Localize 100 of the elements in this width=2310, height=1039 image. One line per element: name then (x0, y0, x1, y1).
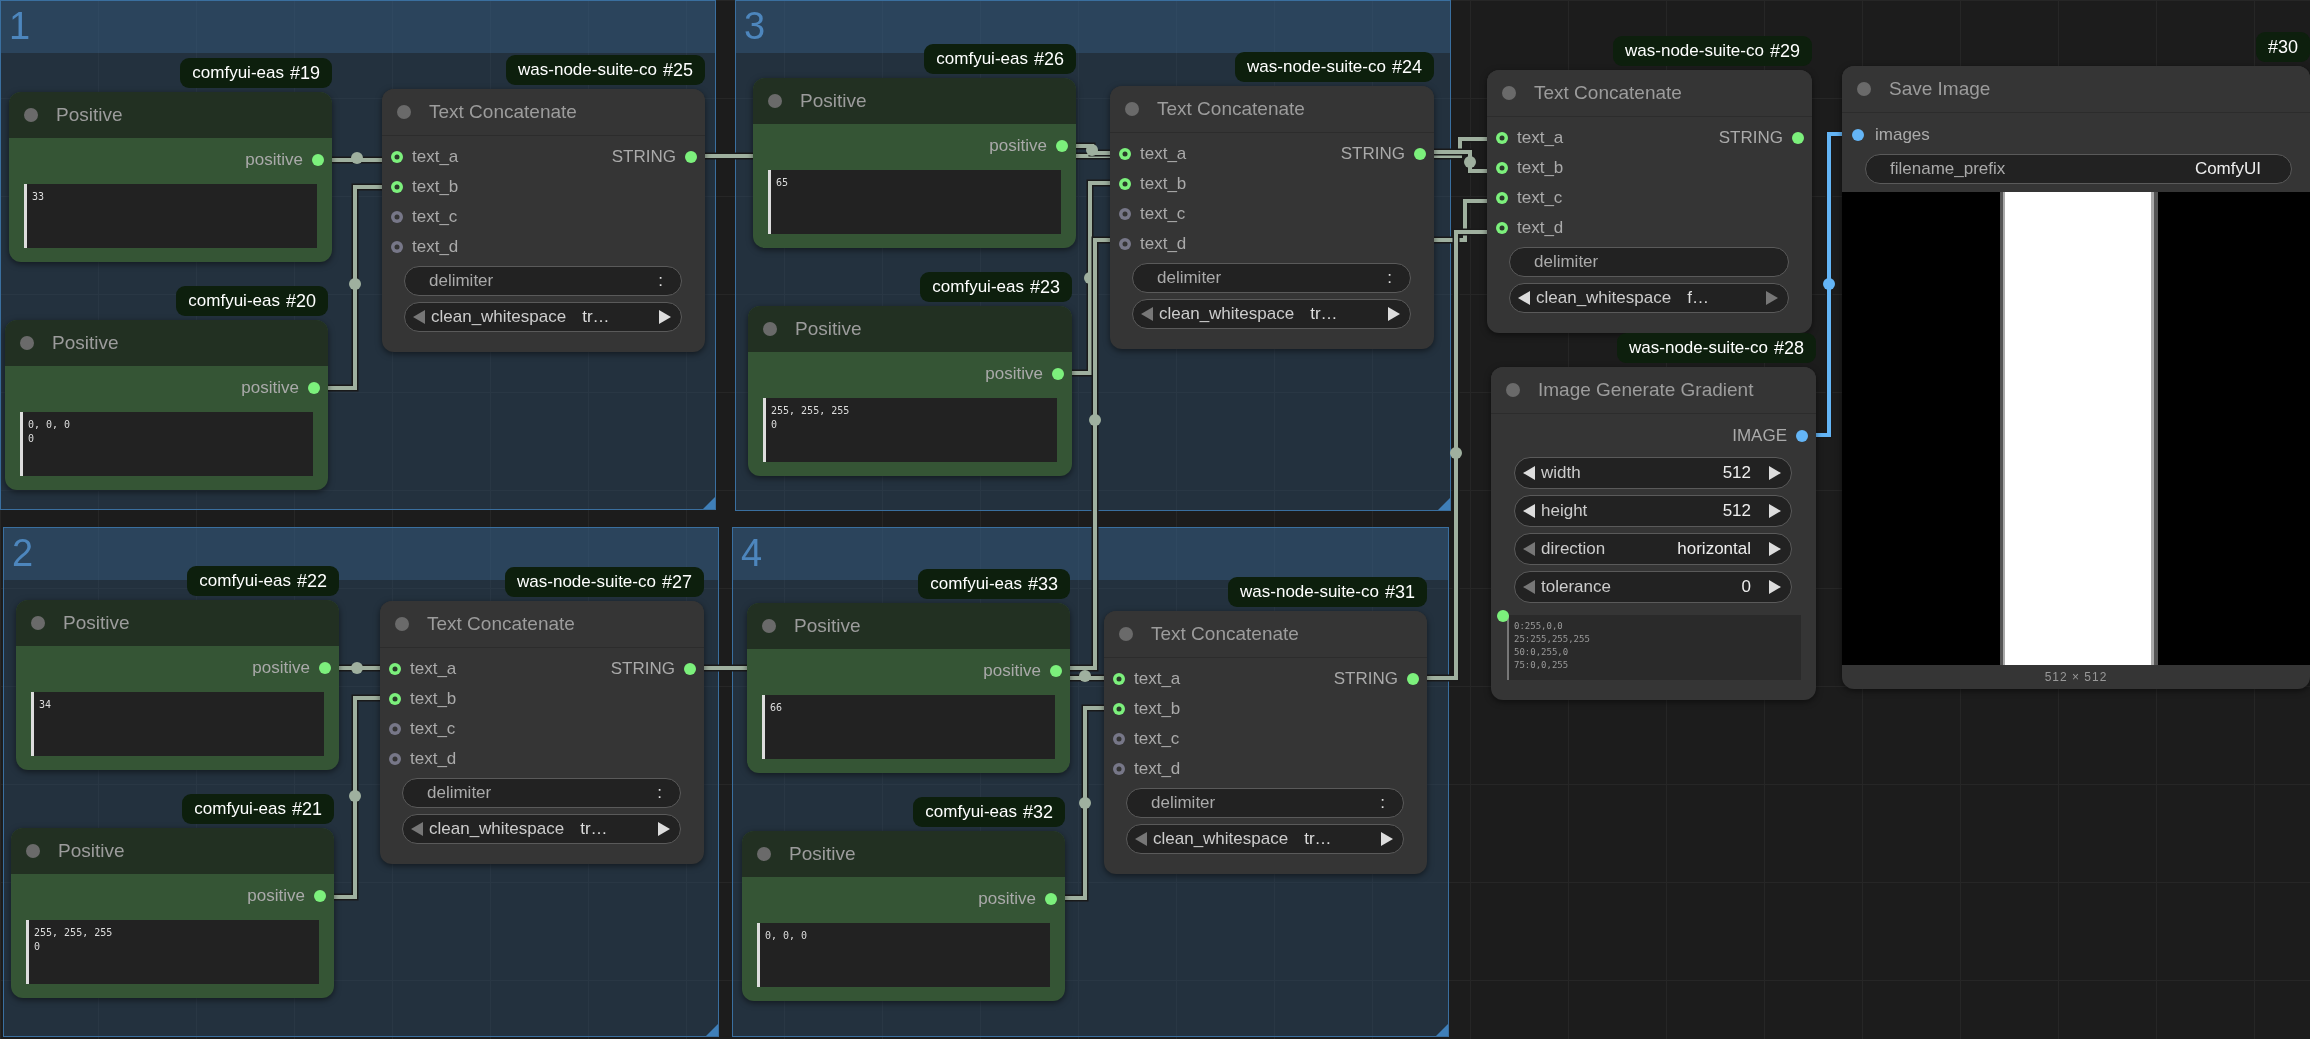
input-slot-icon[interactable] (390, 210, 404, 224)
collapse-dot-icon[interactable] (1501, 85, 1517, 101)
input-slot-icon[interactable] (1496, 609, 1510, 623)
resize-grip-icon[interactable] (1436, 1024, 1448, 1036)
input-slot-icon[interactable] (1495, 221, 1509, 235)
input-slot-icon[interactable] (390, 240, 404, 254)
collapse-dot-icon[interactable] (1505, 382, 1521, 398)
input-slot-icon[interactable] (390, 150, 404, 164)
resize-grip-icon[interactable] (703, 497, 715, 509)
input-slot-icon[interactable] (1851, 128, 1865, 142)
output-slot-icon[interactable] (1051, 367, 1065, 381)
delimiter-field[interactable]: delimiter : (402, 778, 681, 808)
input-slot-icon[interactable] (1118, 147, 1132, 161)
collapse-dot-icon[interactable] (394, 616, 410, 632)
number-widget[interactable]: height 512 (1514, 495, 1792, 527)
left-arrow-icon[interactable] (1523, 504, 1535, 518)
input-slot-icon[interactable] (1112, 732, 1126, 746)
input-slot-icon[interactable] (388, 752, 402, 766)
input-slot-icon[interactable] (1118, 237, 1132, 251)
right-arrow-icon[interactable] (1388, 307, 1400, 321)
toggle-widget[interactable]: clean_whitespace f… (1509, 283, 1789, 313)
output-slot-icon[interactable] (1044, 892, 1058, 906)
toggle-widget[interactable]: clean_whitespace tr… (1132, 299, 1411, 329)
output-slot-icon[interactable] (313, 889, 327, 903)
input-slot-icon[interactable] (1118, 207, 1132, 221)
prompt-field[interactable]: 0, 0, 0 (757, 923, 1050, 987)
input-label: text_b (412, 177, 459, 197)
output-slot-icon[interactable] (683, 662, 697, 676)
toggle-widget[interactable]: clean_whitespace tr… (404, 302, 682, 332)
output-slot-icon[interactable] (1049, 664, 1063, 678)
resize-grip-icon[interactable] (706, 1024, 718, 1036)
right-arrow-icon[interactable] (1769, 542, 1781, 556)
prompt-field[interactable]: 34 (31, 692, 324, 756)
collapse-dot-icon[interactable] (767, 93, 783, 109)
output-label: positive (247, 886, 305, 906)
input-slot-icon[interactable] (1495, 161, 1509, 175)
node-id: #32 (1022, 801, 1053, 823)
number-widget[interactable]: width 512 (1514, 457, 1792, 489)
output-slot-icon[interactable] (311, 153, 325, 167)
delimiter-field[interactable]: delimiter : (1132, 263, 1411, 293)
output-slot-icon[interactable] (307, 381, 321, 395)
output-slot-icon[interactable] (1055, 139, 1069, 153)
output-slot-icon[interactable] (318, 661, 332, 675)
right-arrow-icon[interactable] (658, 822, 670, 836)
number-widget[interactable]: direction horizontal (1514, 533, 1792, 565)
input-slot-icon[interactable] (1495, 131, 1509, 145)
delimiter-field[interactable]: delimiter : (404, 266, 682, 296)
collapse-dot-icon[interactable] (23, 107, 39, 123)
output-slot-icon[interactable] (684, 150, 698, 164)
prompt-field[interactable]: 33 (24, 184, 317, 248)
prompt-field[interactable]: 255, 255, 255 0 (763, 398, 1057, 462)
input-slot-icon[interactable] (390, 180, 404, 194)
delimiter-field[interactable]: delimiter (1509, 247, 1789, 277)
number-widget[interactable]: tolerance 0 (1514, 571, 1792, 603)
collapse-dot-icon[interactable] (761, 618, 777, 634)
badge-label: comfyui-eas (936, 49, 1028, 69)
output-slot-icon[interactable] (1795, 429, 1809, 443)
output-label: STRING (611, 147, 676, 167)
right-arrow-icon[interactable] (1769, 466, 1781, 480)
input-slot-icon[interactable] (1112, 702, 1126, 716)
delimiter-field[interactable]: delimiter : (1126, 788, 1404, 818)
gradient-stops-field[interactable]: 0:255,0,0 25:255,255,255 50:0,255,0 75:0,0,255 (1507, 615, 1801, 680)
collapse-dot-icon[interactable] (19, 335, 35, 351)
collapse-dot-icon[interactable] (1856, 81, 1872, 97)
resize-grip-icon[interactable] (1438, 498, 1450, 510)
output-slot-icon[interactable] (1791, 131, 1805, 145)
output-slot-icon[interactable] (1406, 672, 1420, 686)
input-slot-icon[interactable] (1112, 762, 1126, 776)
input-slot-icon[interactable] (388, 722, 402, 736)
node-title: Image Generate Gradient (1538, 379, 1754, 401)
collapse-dot-icon[interactable] (756, 846, 772, 862)
toggle-widget[interactable]: clean_whitespace tr… (402, 814, 681, 844)
node-id: #29 (1769, 40, 1800, 62)
filename-field[interactable]: filename_prefix ComfyUI (1865, 154, 2292, 184)
input-slot-icon[interactable] (388, 692, 402, 706)
input-slot-icon[interactable] (1118, 177, 1132, 191)
collapse-dot-icon[interactable] (1118, 626, 1134, 642)
node-title: Positive (58, 840, 125, 862)
right-arrow-icon[interactable] (1769, 504, 1781, 518)
right-arrow-icon[interactable] (1381, 832, 1393, 846)
right-arrow-icon[interactable] (1769, 580, 1781, 594)
collapse-dot-icon[interactable] (25, 843, 41, 859)
input-slot-icon[interactable] (1495, 191, 1509, 205)
collapse-dot-icon[interactable] (396, 104, 412, 120)
collapse-dot-icon[interactable] (30, 615, 46, 631)
input-slot-icon[interactable] (1112, 672, 1126, 686)
collapse-dot-icon[interactable] (762, 321, 778, 337)
right-arrow-icon[interactable] (659, 310, 671, 324)
toggle-widget[interactable]: clean_whitespace tr… (1126, 824, 1404, 854)
input-slot-icon[interactable] (388, 662, 402, 676)
collapse-dot-icon[interactable] (1124, 101, 1140, 117)
output-slot-icon[interactable] (1413, 147, 1427, 161)
left-arrow-icon[interactable] (1523, 466, 1535, 480)
badge-label: was-node-suite-co (1247, 57, 1386, 77)
left-arrow-icon[interactable] (1518, 291, 1530, 305)
prompt-field[interactable]: 0, 0, 0 0 (20, 412, 313, 476)
output-label: STRING (1340, 144, 1405, 164)
prompt-field[interactable]: 66 (762, 695, 1055, 759)
prompt-field[interactable]: 65 (768, 170, 1061, 234)
prompt-field[interactable]: 255, 255, 255 0 (26, 920, 319, 984)
